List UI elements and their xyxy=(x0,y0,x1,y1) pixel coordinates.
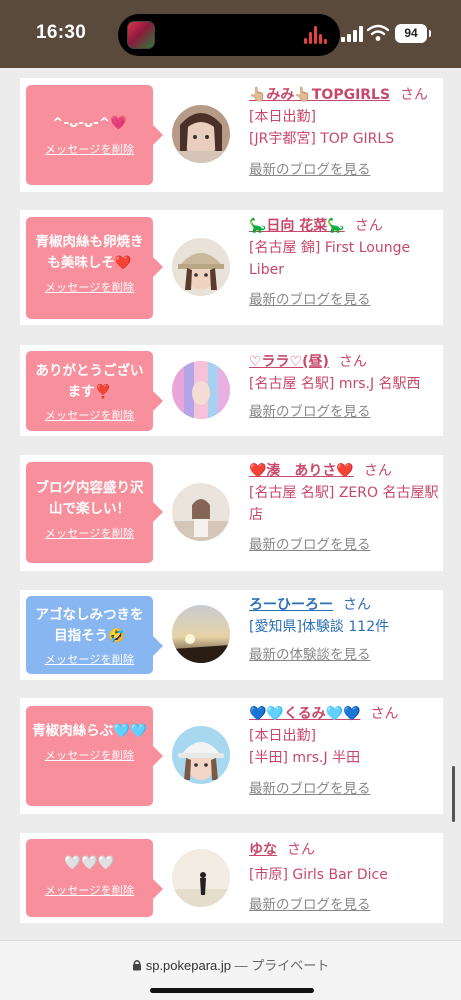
sender-detail: [半田] mrs.J 半田 xyxy=(249,750,361,766)
sender-detail: [愛知県]体験談 112件 xyxy=(249,619,390,635)
honorific: さん xyxy=(354,218,383,234)
url-domain: sp.pokepara.jp xyxy=(145,958,231,973)
delete-message-button[interactable]: メッセージを削除 xyxy=(26,747,153,763)
sender-name-link[interactable]: ♡ララ♡(昼) xyxy=(249,354,329,370)
avatar[interactable] xyxy=(172,361,230,419)
message-text: アゴなしみつきを目指そう🤣 xyxy=(35,607,144,644)
message-bubble: ありがとうございます❣️ メッセージを削除 xyxy=(26,351,163,431)
sender-name-link[interactable]: ゆな xyxy=(249,842,277,858)
latest-blog-link[interactable]: 最新のブログを見る xyxy=(249,778,439,800)
honorific: さん xyxy=(338,354,367,370)
avatar[interactable] xyxy=(172,238,230,296)
status-time: 16:30 xyxy=(36,22,87,43)
avatar[interactable] xyxy=(172,105,230,163)
latest-blog-link[interactable]: 最新のブログを見る xyxy=(249,401,439,423)
sender-detail: [JR宇都宮] TOP GIRLS xyxy=(249,131,395,147)
sender-name-link[interactable]: 🦕日向 花菜🦕 xyxy=(249,218,345,234)
sender-name-link[interactable]: ろーひーろー xyxy=(249,597,333,613)
wifi-icon xyxy=(367,24,389,41)
delete-message-button[interactable]: メッセージを削除 xyxy=(26,407,153,423)
latest-blog-link[interactable]: 最新のブログを見る xyxy=(249,159,439,181)
private-mode-label: プライベート xyxy=(251,958,330,973)
message-card: ブログ内容盛り沢山で楽しい！ メッセージを削除 ❤️湊 ありさ❤️ さん [名古屋… xyxy=(20,455,443,571)
honorific: さん xyxy=(343,597,371,613)
sender-info: ♡ララ♡(昼) さん [名古屋 名駅] mrs.J 名駅西 最新のブログを見る xyxy=(249,351,439,423)
url-separator: — xyxy=(234,958,248,973)
sender-name-link[interactable]: 👆🏼みみ👆🏼TOPGIRLS xyxy=(249,87,390,103)
battery-indicator: 94 xyxy=(395,24,431,43)
sender-info: 👆🏼みみ👆🏼TOPGIRLS さん [本日出勤] [JR宇都宮] TOP GIRL… xyxy=(249,84,439,181)
honorific: さん xyxy=(400,87,429,103)
delete-message-button[interactable]: メッセージを削除 xyxy=(26,882,153,898)
message-card: 青椒肉絲も卵焼きも美味しそ❤️ メッセージを削除 🦕日向 花菜🦕 さん [名古屋 … xyxy=(20,210,443,325)
latest-blog-link[interactable]: 最新のブログを見る xyxy=(249,289,439,311)
honorific: さん xyxy=(287,842,315,858)
message-list[interactable]: ^-ᴗ-ᴗ-^💗 メッセージを削除 👆🏼みみ👆🏼TOPGIRLS さん [本日出勤… xyxy=(0,68,461,940)
sender-info: 💙🩵くるみ🩵💙 さん [本日出勤] [半田] mrs.J 半田 最新のブログを見る xyxy=(249,703,439,800)
honorific: さん xyxy=(370,706,399,722)
sender-name-link[interactable]: ❤️湊 ありさ❤️ xyxy=(249,463,354,479)
honorific: さん xyxy=(363,463,392,479)
sender-detail: [名古屋 名駅] ZERO 名古屋駅店 xyxy=(249,485,439,523)
delete-message-button[interactable]: メッセージを削除 xyxy=(26,525,153,541)
browser-url-bar[interactable]: sp.pokepara.jp — プライベート xyxy=(0,940,461,1000)
avatar[interactable] xyxy=(172,605,230,663)
message-bubble: ^-ᴗ-ᴗ-^💗 メッセージを削除 xyxy=(26,85,163,185)
app-icon xyxy=(127,21,155,49)
message-text: ありがとうございます❣️ xyxy=(35,363,144,400)
message-text: ^-ᴗ-ᴗ-^💗 xyxy=(52,115,127,131)
home-indicator[interactable] xyxy=(150,988,314,993)
message-card: ^-ᴗ-ᴗ-^💗 メッセージを削除 👆🏼みみ👆🏼TOPGIRLS さん [本日出勤… xyxy=(20,78,443,192)
message-bubble: 🤍🤍🤍 メッセージを削除 xyxy=(26,839,163,917)
delete-message-button[interactable]: メッセージを削除 xyxy=(26,141,153,157)
signal-icon xyxy=(341,26,363,42)
latest-blog-link[interactable]: 最新のブログを見る xyxy=(249,534,439,556)
message-text: 🤍🤍🤍 xyxy=(64,855,115,871)
scrollbar[interactable] xyxy=(452,766,455,822)
message-text: 青椒肉絲らぶ🩵🩵 xyxy=(32,723,147,739)
sender-detail: [名古屋 名駅] mrs.J 名駅西 xyxy=(249,376,421,392)
delete-message-button[interactable]: メッセージを削除 xyxy=(26,279,153,295)
avatar[interactable] xyxy=(172,726,230,784)
sender-name-link[interactable]: 💙🩵くるみ🩵💙 xyxy=(249,706,360,722)
sender-info: ろーひーろー さん [愛知県]体験談 112件 最新の体験談を見る xyxy=(249,594,439,666)
lock-icon xyxy=(132,960,141,971)
message-card: 🤍🤍🤍 メッセージを削除 ゆな さん [市原] Girls Bar Dice 最新… xyxy=(20,833,443,923)
sender-info: ❤️湊 ありさ❤️ さん [名古屋 名駅] ZERO 名古屋駅店 最新のブログを見… xyxy=(249,460,439,556)
sender-detail: [本日出勤] xyxy=(249,109,316,125)
avatar[interactable] xyxy=(172,483,230,541)
delete-message-button[interactable]: メッセージを削除 xyxy=(26,651,153,667)
message-text: 青椒肉絲も卵焼きも美味しそ❤️ xyxy=(35,234,144,271)
message-bubble: アゴなしみつきを目指そう🤣 メッセージを削除 xyxy=(26,596,163,674)
message-bubble: 青椒肉絲も卵焼きも美味しそ❤️ メッセージを削除 xyxy=(26,217,163,319)
message-text: ブログ内容盛り沢山で楽しい！ xyxy=(35,480,144,517)
url-line[interactable]: sp.pokepara.jp — プライベート xyxy=(0,955,461,974)
sender-info: ゆな さん [市原] Girls Bar Dice 最新のブログを見る xyxy=(249,839,439,916)
message-card: 青椒肉絲らぶ🩵🩵 メッセージを削除 💙🩵くるみ🩵💙 さん [本日出勤] [半田] … xyxy=(20,698,443,814)
sender-detail: [本日出勤] xyxy=(249,728,316,744)
message-bubble: ブログ内容盛り沢山で楽しい！ メッセージを削除 xyxy=(26,462,163,563)
message-bubble: 青椒肉絲らぶ🩵🩵 メッセージを削除 xyxy=(26,706,163,806)
message-card: アゴなしみつきを目指そう🤣 メッセージを削除 ろーひーろー さん [愛知県]体験談 xyxy=(20,590,443,680)
avatar[interactable] xyxy=(172,849,230,907)
message-card: ありがとうございます❣️ メッセージを削除 ♡ララ♡(昼) さん [名古屋 名駅]… xyxy=(20,345,443,436)
sender-detail: [市原] Girls Bar Dice xyxy=(249,867,388,883)
sender-info: 🦕日向 花菜🦕 さん [名古屋 錦] First Lounge Liber 最新の… xyxy=(249,215,439,311)
latest-review-link[interactable]: 最新の体験談を見る xyxy=(249,644,439,666)
latest-blog-link[interactable]: 最新のブログを見る xyxy=(249,894,439,916)
status-bar: 16:30 94 xyxy=(0,0,461,68)
sender-detail: [名古屋 錦] First Lounge Liber xyxy=(249,240,411,278)
